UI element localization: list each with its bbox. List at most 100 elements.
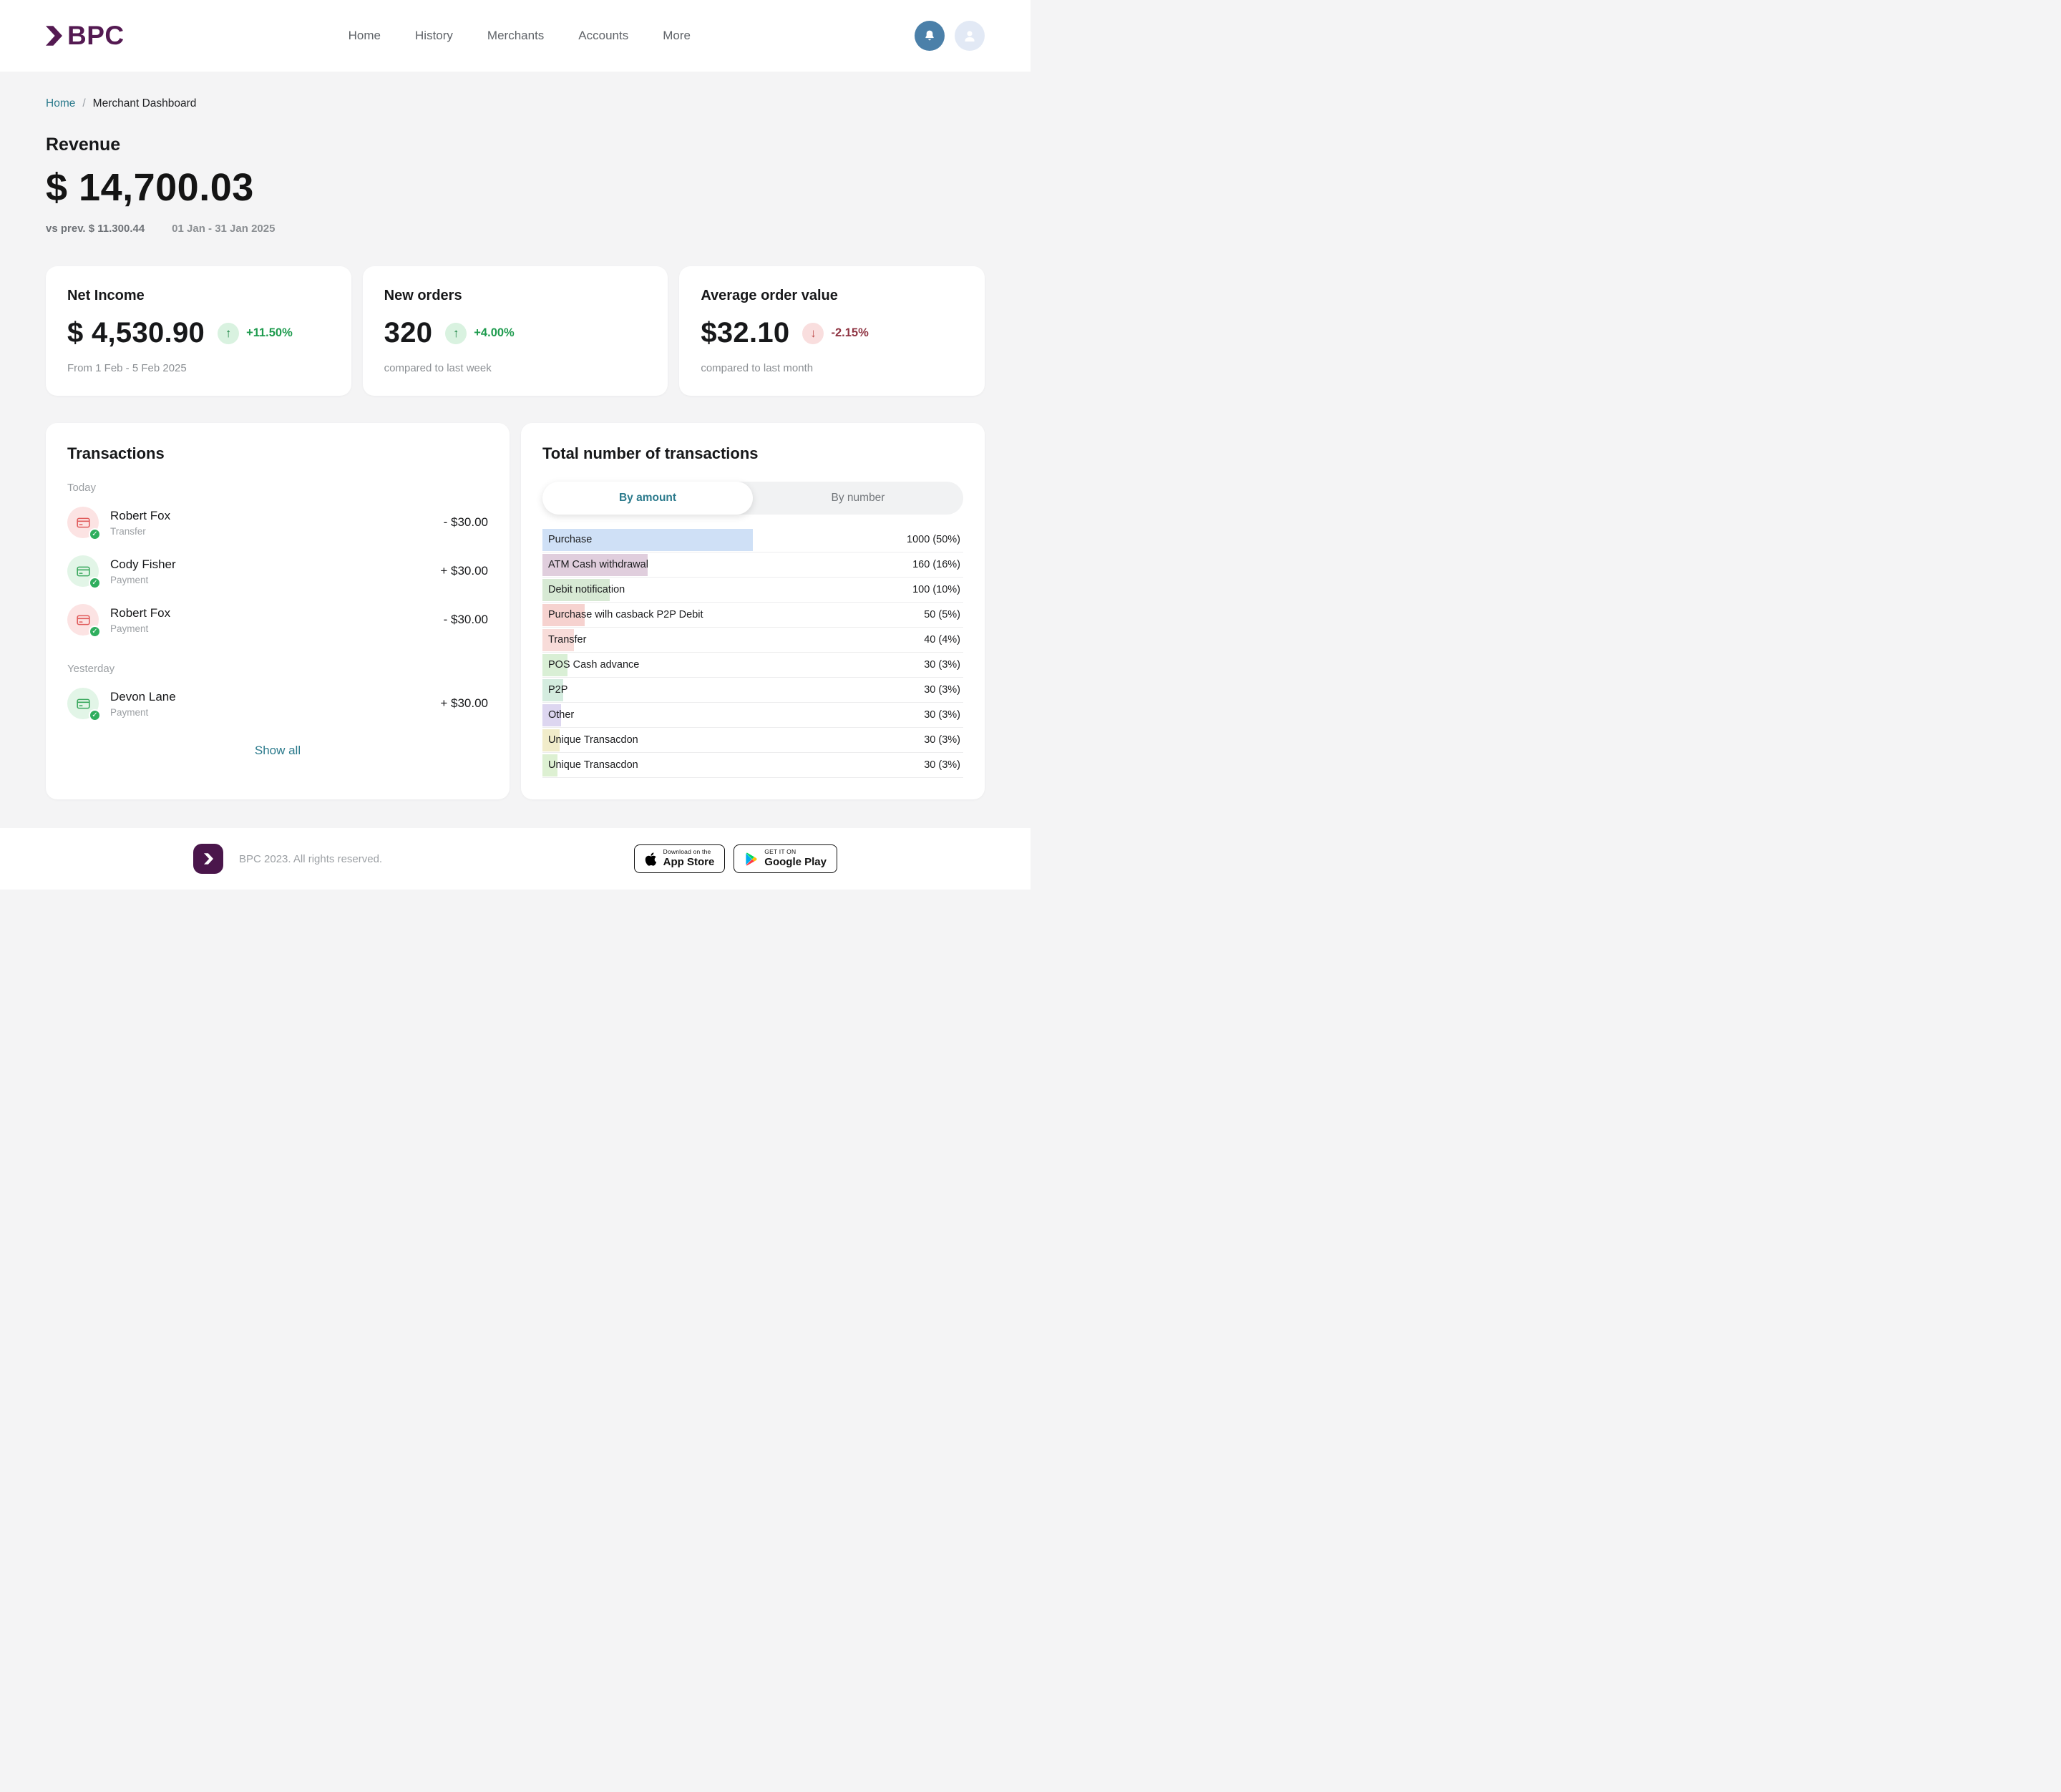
- chart-category-label: ATM Cash withdrawal: [542, 559, 648, 570]
- apple-icon: [645, 852, 657, 867]
- chart-title: Total number of transactions: [542, 444, 963, 463]
- chart-value-label: 30 (3%): [924, 659, 963, 671]
- transaction-type: Payment: [110, 575, 429, 585]
- chart-value-label: 160 (16%): [912, 559, 963, 570]
- chart-row: Unique Transacdon30 (3%): [542, 728, 963, 753]
- tab-by-number[interactable]: By number: [753, 482, 963, 515]
- stat-delta: +11.50%: [246, 326, 293, 340]
- google-play-name: Google Play: [764, 856, 827, 868]
- chart-value-label: 30 (3%): [924, 734, 963, 746]
- google-play-tagline: GET IT ON: [764, 849, 827, 856]
- card-icon: ✓: [67, 555, 99, 587]
- brand-logo-text: BPC: [67, 21, 125, 51]
- stat-card-net-income: Net Income $ 4,530.90 ↑ +11.50% From 1 F…: [46, 266, 351, 396]
- card-icon: ✓: [67, 688, 99, 719]
- chart-value-label: 1000 (50%): [907, 534, 963, 545]
- nav-item-merchants[interactable]: Merchants: [487, 29, 544, 43]
- user-icon: [961, 27, 978, 44]
- chart-row: POS Cash advance 30 (3%): [542, 653, 963, 678]
- chart-row: Unique Transacdon30 (3%): [542, 753, 963, 778]
- transaction-amount: + $30.00: [440, 564, 488, 578]
- chart-value-label: 40 (4%): [924, 634, 963, 646]
- revenue-vs-prev: vs prev. $ 11.300.44: [46, 223, 145, 235]
- google-play-icon: [744, 852, 758, 867]
- main-nav: Home History Merchants Accounts More: [125, 29, 915, 43]
- transaction-name: Devon Lane: [110, 690, 429, 704]
- trend-up-icon: ↑: [218, 323, 239, 344]
- transaction-row[interactable]: ✓ Robert Fox Payment - $30.00: [67, 595, 488, 644]
- chart-value-label: 50 (5%): [924, 609, 963, 620]
- breadcrumb: Home / Merchant Dashboard: [46, 97, 985, 110]
- transaction-type: Transfer: [110, 526, 432, 537]
- brand-logo[interactable]: BPC: [46, 21, 125, 51]
- card-icon: ✓: [67, 507, 99, 538]
- transactions-group-label: Yesterday: [67, 663, 488, 675]
- footer-copyright: BPC 2023. All rights reserved.: [239, 853, 382, 865]
- check-badge-icon: ✓: [89, 528, 101, 540]
- avatar[interactable]: [955, 21, 985, 51]
- chart-value-label: 30 (3%): [924, 709, 963, 721]
- brand-chevron-icon: [204, 853, 213, 865]
- app-footer: BPC 2023. All rights reserved. Download …: [0, 828, 1030, 890]
- nav-item-home[interactable]: Home: [349, 29, 381, 43]
- breadcrumb-home[interactable]: Home: [46, 97, 75, 110]
- transaction-name: Robert Fox: [110, 509, 432, 523]
- stat-value: $ 4,530.90: [67, 317, 205, 349]
- transaction-amount: - $30.00: [444, 515, 488, 530]
- tab-by-amount[interactable]: By amount: [542, 482, 753, 515]
- footer-brand: BPC 2023. All rights reserved.: [193, 844, 382, 874]
- app-store-name: App Store: [663, 856, 715, 868]
- chart-row: Purchase wilh casback P2P Debit 50 (5%): [542, 603, 963, 628]
- app-header: BPC Home History Merchants Accounts More: [0, 0, 1030, 72]
- transaction-amount: + $30.00: [440, 696, 488, 711]
- transaction-row[interactable]: ✓ Devon Lane Payment + $30.00: [67, 679, 488, 728]
- revenue-amount: $ 14,700.03: [46, 165, 985, 210]
- trend-up-icon: ↑: [445, 323, 467, 344]
- stat-title: Net Income: [67, 288, 330, 304]
- footer-store-badges: Download on the App Store GET IT ON Goog…: [634, 844, 837, 873]
- brand-chevron-icon: [46, 26, 62, 46]
- stat-subtitle: compared to last week: [384, 362, 647, 374]
- bottom-grid: Transactions Today✓Robert FoxTransfer- $…: [46, 423, 985, 799]
- main-content: Home / Merchant Dashboard Revenue $ 14,7…: [0, 97, 1030, 799]
- bell-icon: [922, 29, 937, 43]
- notifications-button[interactable]: [915, 21, 945, 51]
- transaction-row[interactable]: ✓ Cody Fisher Payment + $30.00: [67, 547, 488, 595]
- chart-category-label: Purchase wilh casback P2P Debit: [542, 609, 703, 620]
- transactions-group-label: Today: [67, 482, 488, 494]
- check-badge-icon: ✓: [89, 709, 101, 721]
- chart-category-label: POS Cash advance: [542, 659, 639, 671]
- transaction-name: Cody Fisher: [110, 557, 429, 572]
- transaction-amount: - $30.00: [444, 613, 488, 627]
- stat-subtitle: compared to last month: [701, 362, 963, 374]
- chart-row: P2P30 (3%): [542, 678, 963, 703]
- card-icon: ✓: [67, 604, 99, 636]
- transactions-chart-card: Total number of transactions By amount B…: [521, 423, 985, 799]
- chart-category-label: Purchase: [542, 534, 592, 545]
- footer-logo: [193, 844, 223, 874]
- chart-category-label: Debit notification: [542, 584, 625, 595]
- breadcrumb-separator: /: [82, 97, 85, 110]
- transaction-row[interactable]: ✓ Robert Fox Transfer - $30.00: [67, 498, 488, 547]
- check-badge-icon: ✓: [89, 577, 101, 589]
- stat-title: New orders: [384, 288, 647, 304]
- nav-item-accounts[interactable]: Accounts: [578, 29, 628, 43]
- nav-item-more[interactable]: More: [663, 29, 691, 43]
- stat-delta: -2.15%: [831, 326, 868, 340]
- stat-title: Average order value: [701, 288, 963, 304]
- nav-item-history[interactable]: History: [415, 29, 453, 43]
- app-store-badge[interactable]: Download on the App Store: [634, 844, 726, 873]
- transaction-type: Payment: [110, 707, 429, 718]
- transactions-card: Transactions Today✓Robert FoxTransfer- $…: [46, 423, 510, 799]
- app-store-tagline: Download on the: [663, 849, 715, 856]
- chart-row: Transfer40 (4%): [542, 628, 963, 653]
- google-play-badge[interactable]: GET IT ON Google Play: [734, 844, 837, 873]
- show-all-link[interactable]: Show all: [67, 744, 488, 758]
- chart-category-label: Unique Transacdon: [542, 759, 638, 771]
- revenue-meta: vs prev. $ 11.300.44 01 Jan - 31 Jan 202…: [46, 223, 985, 235]
- transaction-name: Robert Fox: [110, 606, 432, 620]
- trend-down-icon: ↓: [802, 323, 824, 344]
- stat-value: $32.10: [701, 317, 789, 349]
- transaction-type: Payment: [110, 623, 432, 634]
- stat-card-average-order-value: Average order value $32.10 ↓ -2.15% comp…: [679, 266, 985, 396]
